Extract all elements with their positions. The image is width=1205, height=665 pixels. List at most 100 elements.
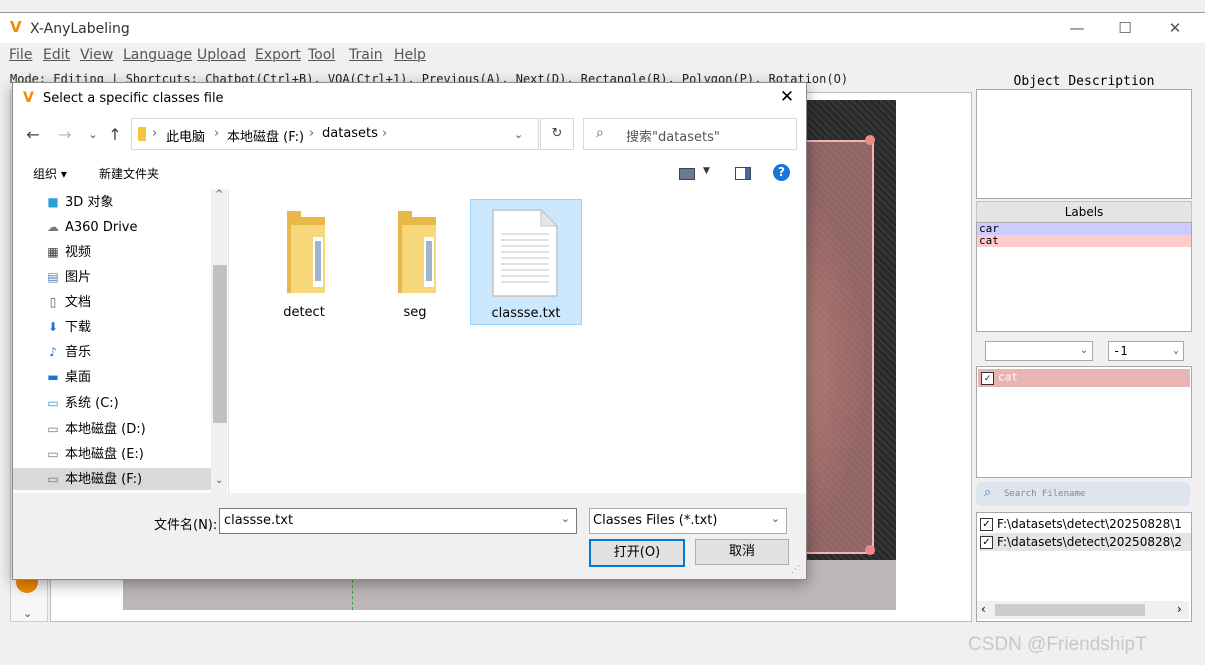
nav-item-label: 3D 对象	[65, 195, 114, 210]
new-folder-button[interactable]: 新建文件夹	[99, 165, 159, 182]
labels-list: car cat	[976, 222, 1192, 332]
scroll-left-icon[interactable]: ‹	[981, 602, 986, 616]
drive-icon: ▭	[47, 472, 59, 486]
breadcrumb-separator: ›	[152, 126, 158, 141]
cube-icon: ■	[47, 195, 59, 209]
group-combo[interactable]: ⌄	[985, 341, 1093, 361]
file-list-item[interactable]: ✓ F:\datasets\detect\20250828\2	[980, 533, 1191, 551]
file-name-label: classse.txt	[491, 306, 561, 321]
file-checkbox[interactable]: ✓	[980, 536, 993, 549]
breadcrumb-drive-f[interactable]: 本地磁盘 (F:)	[227, 126, 304, 145]
menu-view[interactable]: View	[80, 47, 113, 63]
shape-checkbox[interactable]: ✓	[981, 372, 994, 385]
back-arrow-icon[interactable]: ←	[23, 125, 43, 144]
close-button[interactable]: ✕	[1160, 17, 1190, 39]
chevron-down-icon: ⌄	[1079, 345, 1088, 356]
breadcrumb-this-pc[interactable]: 此电脑	[166, 126, 205, 145]
view-mode-icon[interactable]	[679, 168, 695, 180]
help-icon[interactable]: ?	[773, 164, 790, 181]
open-button[interactable]: 打开(O)	[589, 539, 685, 567]
system-drive-icon: ▭	[47, 396, 59, 410]
chevron-down-icon[interactable]: ⌄	[23, 607, 32, 620]
group-id-combo[interactable]: -1 ⌄	[1108, 341, 1184, 361]
file-list-scrollbar[interactable]: ‹ ›	[977, 601, 1189, 619]
navigation-scrollbar-thumb[interactable]	[213, 265, 227, 423]
watermark: CSDN @FriendshipT	[968, 634, 1147, 655]
shape-item-cat[interactable]: ✓ cat	[978, 369, 1190, 387]
search-placeholder: Search Filename	[1004, 489, 1086, 499]
menu-tool[interactable]: Tool	[308, 47, 335, 63]
drive-icon: ▭	[47, 422, 59, 436]
group-id-value: -1	[1113, 344, 1128, 358]
menu-edit[interactable]: Edit	[43, 47, 70, 63]
recent-locations-chevron-icon[interactable]: ⌄	[83, 128, 103, 141]
menu-export[interactable]: Export	[255, 47, 301, 63]
menu-file[interactable]: File	[9, 47, 32, 63]
group-combo-value	[986, 344, 990, 358]
minimize-button[interactable]: —	[1062, 17, 1092, 39]
nav-item-a360-drive[interactable]: ☁ A360 Drive	[45, 216, 138, 238]
file-checkbox[interactable]: ✓	[980, 518, 993, 531]
nav-item-label: 图片	[65, 270, 92, 285]
labels-header: Labels	[976, 201, 1192, 223]
folder-item-detect[interactable]: detect	[249, 199, 359, 323]
up-arrow-icon[interactable]: ↑	[105, 125, 125, 144]
file-item-classse-txt[interactable]: classse.txt	[470, 199, 582, 325]
bbox-vertex-handle[interactable]	[865, 135, 875, 145]
file-list-item[interactable]: ✓ F:\datasets\detect\20250828\1	[980, 515, 1182, 533]
address-dropdown-chevron-icon[interactable]: ⌄	[514, 128, 523, 141]
search-icon: ⌕	[984, 485, 992, 500]
menubar: File Edit View Language Upload Export To…	[0, 44, 1205, 68]
nav-item-drive-d[interactable]: ▭ 本地磁盘 (D:)	[45, 418, 145, 440]
nav-item-documents[interactable]: ▯ 文档	[45, 291, 91, 313]
forward-arrow-icon[interactable]: →	[55, 125, 75, 144]
scroll-right-icon[interactable]: ›	[1177, 602, 1182, 616]
nav-item-drive-e[interactable]: ▭ 本地磁盘 (E:)	[45, 443, 144, 465]
refresh-button[interactable]: ↻	[540, 118, 574, 150]
bbox-vertex-handle[interactable]	[865, 545, 875, 555]
nav-item-desktop[interactable]: ▬ 桌面	[45, 366, 91, 388]
scrollbar-thumb[interactable]	[995, 604, 1145, 616]
nav-item-music[interactable]: ♪ 音乐	[45, 341, 91, 363]
preview-pane-icon[interactable]	[735, 167, 751, 180]
menu-upload[interactable]: Upload	[197, 47, 246, 63]
filename-value: classse.txt	[224, 513, 294, 528]
view-options-chevron-icon[interactable]: ▼	[703, 166, 710, 176]
scroll-up-icon[interactable]: ^	[215, 189, 223, 200]
nav-item-drive-f[interactable]: ▭ 本地磁盘 (F:)	[13, 468, 211, 490]
dialog-title: Select a specific classes file	[43, 91, 224, 106]
object-description-textbox[interactable]	[976, 89, 1192, 199]
scroll-down-icon[interactable]: ⌄	[215, 475, 223, 486]
nav-item-3d-objects[interactable]: ■ 3D 对象	[45, 191, 113, 213]
nav-item-label: 视频	[65, 245, 92, 260]
cancel-button[interactable]: 取消	[695, 539, 789, 565]
nav-item-label: 音乐	[65, 345, 92, 360]
menu-help[interactable]: Help	[394, 47, 426, 63]
organize-button[interactable]: 组织 ▾	[33, 165, 67, 182]
nav-item-drive-c[interactable]: ▭ 系统 (C:)	[45, 392, 118, 414]
folder-item-seg[interactable]: seg	[360, 199, 470, 323]
label-item-cat[interactable]: cat	[977, 235, 1191, 247]
breadcrumb-datasets[interactable]: datasets	[322, 126, 378, 141]
nav-item-pictures[interactable]: ▤ 图片	[45, 266, 91, 288]
breadcrumb-separator: ›	[382, 126, 388, 141]
menu-train[interactable]: Train	[349, 47, 383, 63]
menu-language[interactable]: Language	[123, 47, 192, 63]
refresh-icon: ↻	[551, 126, 563, 141]
resize-grip-icon[interactable]: ⋰	[791, 565, 800, 575]
filename-input[interactable]: classse.txt ⌄	[219, 508, 577, 534]
filetype-select[interactable]: Classes Files (*.txt) ⌄	[589, 508, 787, 534]
nav-item-downloads[interactable]: ⬇ 下载	[45, 316, 91, 338]
file-name-label: seg	[403, 305, 427, 320]
label-item-car[interactable]: car	[977, 223, 1191, 235]
chevron-down-icon[interactable]: ⌄	[561, 512, 570, 525]
address-bar[interactable]: › 此电脑 › 本地磁盘 (F:) › datasets › ⌄	[131, 118, 539, 150]
filename-search-box[interactable]: ⌕ Search Filename	[976, 482, 1190, 506]
folder-icon	[138, 127, 146, 141]
file-name-label: detect	[283, 305, 325, 320]
dialog-search-box[interactable]: ⌕ 搜索"datasets"	[583, 118, 797, 150]
file-path: F:\datasets\detect\20250828\1	[997, 517, 1182, 531]
dialog-close-button[interactable]: ✕	[775, 87, 799, 107]
maximize-button[interactable]: ☐	[1110, 17, 1140, 39]
nav-item-videos[interactable]: ▦ 视频	[45, 241, 91, 263]
